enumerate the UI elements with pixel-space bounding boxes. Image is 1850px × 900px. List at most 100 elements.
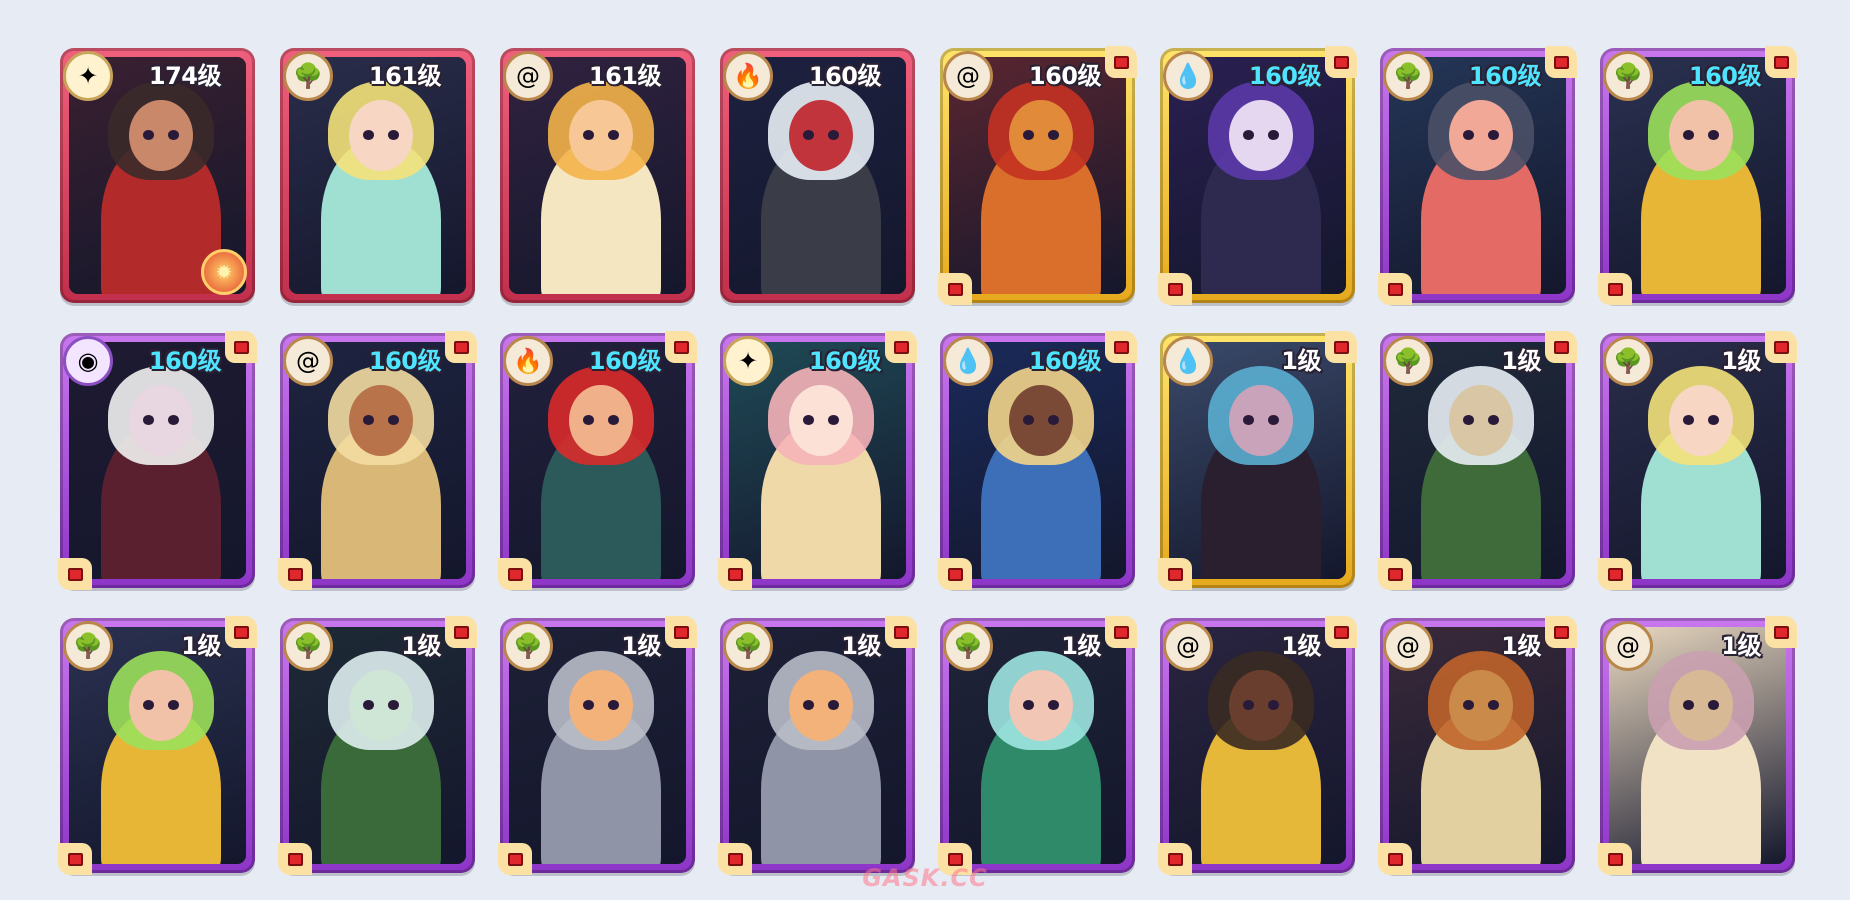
hero-level: 1级 <box>1281 632 1321 660</box>
red-tag-icon <box>1378 273 1412 305</box>
red-flag-icon <box>1325 46 1357 78</box>
red-flag-icon <box>225 331 257 363</box>
water-drop-icon: 💧 <box>943 336 993 386</box>
red-flag-icon <box>445 331 477 363</box>
hero-card[interactable]: 💧 160级 <box>1158 46 1357 305</box>
hero-card[interactable]: @1级 <box>1378 616 1577 875</box>
hero-level: 160级 <box>1248 62 1322 90</box>
hero-card[interactable]: 🌳 1级 <box>718 616 917 875</box>
red-flag-icon <box>1765 46 1797 78</box>
hero-level: 160级 <box>1028 347 1102 375</box>
hero-card[interactable]: 🌳 1级 <box>498 616 697 875</box>
hero-card[interactable]: 🌳 1级 <box>1378 331 1577 590</box>
water-drop-icon: 💧 <box>1163 336 1213 386</box>
red-tag-icon <box>1378 843 1412 875</box>
hero-level: 1级 <box>181 632 221 660</box>
hero-card[interactable]: @160级 <box>278 331 477 590</box>
red-flag-icon <box>445 616 477 648</box>
water-drop-icon: 💧 <box>1163 51 1213 101</box>
shell-icon: @ <box>1163 621 1213 671</box>
hero-card[interactable]: ✦ 174级 ✹ <box>60 48 255 303</box>
hero-card[interactable]: @160级 <box>938 46 1137 305</box>
red-flag-icon <box>665 331 697 363</box>
red-flag-icon <box>1105 331 1137 363</box>
hero-card[interactable]: 🌳 161级 <box>280 48 475 303</box>
moon-eye-icon: ◉ <box>63 336 113 386</box>
red-tag-icon <box>718 558 752 590</box>
hero-card[interactable]: ◉ 160级 <box>58 331 257 590</box>
red-flag-icon <box>1545 616 1577 648</box>
hero-level: 1级 <box>1721 347 1761 375</box>
red-tag-icon <box>938 558 972 590</box>
hero-level: 1级 <box>1281 347 1321 375</box>
crest-badge-icon: ✹ <box>201 249 247 295</box>
hero-card[interactable]: @1级 <box>1598 616 1797 875</box>
hero-card-grid: ✦ 174级 ✹ 🌳 161级 @161级 🔥 160级 @160级 💧 160级 🌳 160级 🌳 160… <box>58 46 1800 875</box>
tree-icon: 🌳 <box>503 621 553 671</box>
hero-card[interactable]: @1级 <box>1158 616 1357 875</box>
red-flag-icon <box>225 616 257 648</box>
red-tag-icon <box>498 558 532 590</box>
tree-icon: 🌳 <box>943 621 993 671</box>
tree-icon: 🌳 <box>1603 51 1653 101</box>
tree-icon: 🌳 <box>723 621 773 671</box>
red-flag-icon <box>1325 616 1357 648</box>
tree-icon: 🌳 <box>1383 51 1433 101</box>
hero-level: 1级 <box>1721 632 1761 660</box>
shell-icon: @ <box>503 51 553 101</box>
red-flag-icon <box>1545 46 1577 78</box>
hero-level: 1级 <box>401 632 441 660</box>
red-tag-icon <box>1158 843 1192 875</box>
hero-level: 1级 <box>841 632 881 660</box>
red-tag-icon <box>1598 558 1632 590</box>
shell-icon: @ <box>1383 621 1433 671</box>
hero-level: 174级 <box>148 62 222 90</box>
hero-level: 160级 <box>808 347 882 375</box>
hero-card[interactable]: 🌳 1级 <box>1598 331 1797 590</box>
fire-icon: 🔥 <box>723 51 773 101</box>
hero-card[interactable]: 💧 160级 <box>938 331 1137 590</box>
hero-card[interactable]: 🌳 1级 <box>938 616 1137 875</box>
hero-level: 1级 <box>1501 347 1541 375</box>
red-tag-icon <box>1158 558 1192 590</box>
red-flag-icon <box>1325 331 1357 363</box>
hero-level: 1级 <box>1501 632 1541 660</box>
hero-card[interactable]: 🌳 160级 <box>1598 46 1797 305</box>
hero-card[interactable]: 🔥 160级 <box>720 48 915 303</box>
red-flag-icon <box>1545 331 1577 363</box>
red-tag-icon <box>1378 558 1412 590</box>
star-compass-icon: ✦ <box>723 336 773 386</box>
hero-card[interactable]: 🌳 1级 <box>58 616 257 875</box>
hero-card[interactable]: 🔥 160级 <box>498 331 697 590</box>
hero-card[interactable]: 🌳 160级 <box>1378 46 1577 305</box>
tree-icon: 🌳 <box>283 621 333 671</box>
tree-icon: 🌳 <box>63 621 113 671</box>
tree-icon: 🌳 <box>283 51 333 101</box>
star-compass-icon: ✦ <box>63 51 113 101</box>
red-flag-icon <box>885 331 917 363</box>
shell-icon: @ <box>283 336 333 386</box>
red-tag-icon <box>1598 843 1632 875</box>
hero-card[interactable]: ✦ 160级 <box>718 331 917 590</box>
red-tag-icon <box>1158 273 1192 305</box>
red-tag-icon <box>278 843 312 875</box>
hero-level: 160级 <box>1468 62 1542 90</box>
hero-level: 160级 <box>368 347 442 375</box>
tree-icon: 🌳 <box>1383 336 1433 386</box>
red-flag-icon <box>1765 331 1797 363</box>
hero-level: 161级 <box>588 62 662 90</box>
hero-level: 160级 <box>588 347 662 375</box>
watermark: GASK.CC <box>862 864 988 892</box>
red-tag-icon <box>1598 273 1632 305</box>
tree-icon: 🌳 <box>1603 336 1653 386</box>
hero-level: 160级 <box>808 62 882 90</box>
hero-card[interactable]: 💧 1级 <box>1158 331 1357 590</box>
hero-level: 160级 <box>1028 62 1102 90</box>
hero-level: 1级 <box>1061 632 1101 660</box>
fire-icon: 🔥 <box>503 336 553 386</box>
hero-card[interactable]: 🌳 1级 <box>278 616 477 875</box>
shell-icon: @ <box>1603 621 1653 671</box>
red-tag-icon <box>718 843 752 875</box>
hero-card[interactable]: @161级 <box>500 48 695 303</box>
red-flag-icon <box>1765 616 1797 648</box>
